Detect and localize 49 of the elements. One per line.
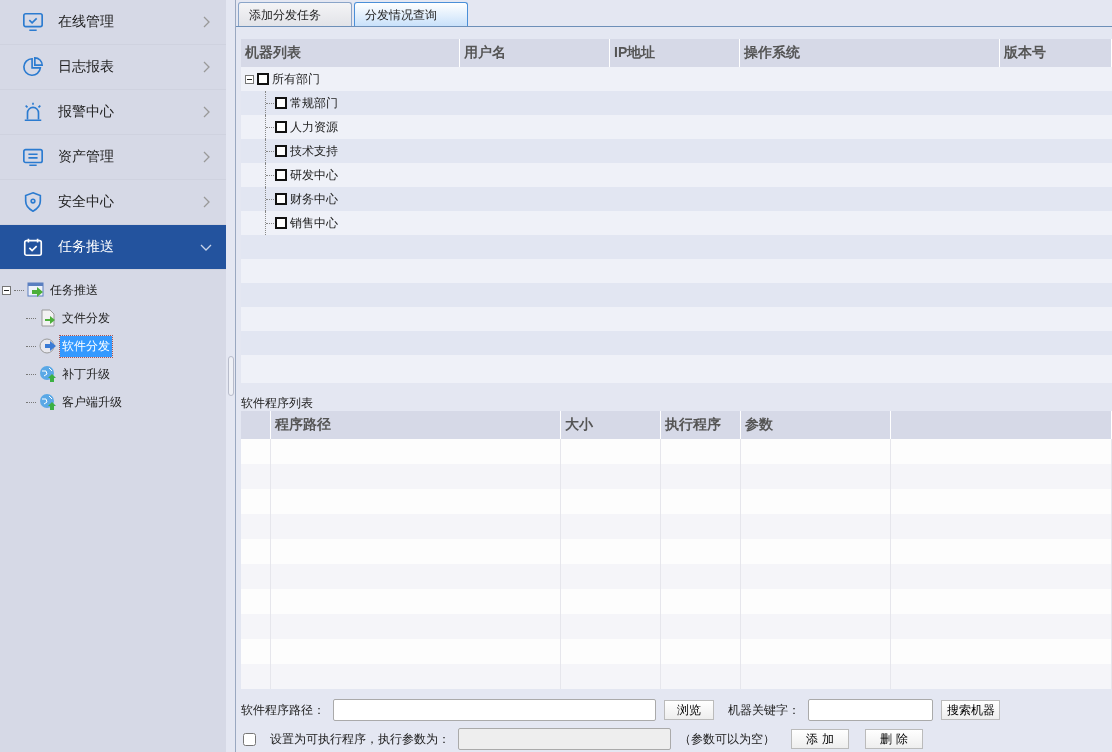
executable-checkbox[interactable] [243,732,256,746]
alarm-light-icon [22,101,44,123]
menu-label: 任务推送 [58,238,115,256]
tree-node-label: 技术支持 [290,142,338,160]
path-input[interactable] [333,699,656,721]
calendar-check-icon [22,236,44,258]
delete-button[interactable]: 删 除 [865,729,923,749]
hint-text: （参数可以为空） [679,730,775,748]
executable-label: 设置为可执行程序，执行参数为： [270,730,450,748]
path-label: 软件程序路径： [241,701,325,719]
checkbox[interactable] [275,169,287,181]
browse-button[interactable]: 浏览 [664,700,714,720]
tab[interactable]: 添加分发任务 [238,2,352,26]
splitter-handle[interactable] [227,356,234,396]
keyword-label: 机器关键字： [728,701,800,719]
tree-node[interactable]: 文件分发 [60,307,112,329]
checkbox[interactable] [275,97,287,109]
checkbox[interactable] [275,217,287,229]
checkbox[interactable] [275,145,287,157]
search-button[interactable]: 搜索机器 [941,700,1000,720]
screen-icon [22,146,44,168]
monitor-icon [22,11,44,33]
tree-node[interactable]: 任务推送 [48,279,100,301]
collapse-icon[interactable] [245,74,254,84]
pie-chart-icon [22,56,44,78]
section-title: 软件程序列表 [241,395,314,411]
tree-node-label: 财务中心 [290,190,338,208]
menu-label: 日志报表 [58,58,115,76]
tab[interactable]: 分发情况查询 [354,2,468,26]
document-arrow-icon [39,309,57,327]
tree-node[interactable]: 客户端升级 [60,391,124,413]
menu-label: 安全中心 [58,193,115,211]
menu-label: 在线管理 [58,13,115,31]
checkbox[interactable] [257,73,269,85]
checkbox[interactable] [275,121,287,133]
tree-node-label: 常规部门 [290,94,338,112]
menu-label: 报警中心 [58,103,115,121]
tree-node-label: 人力资源 [290,118,338,136]
tree-node-label: 研发中心 [290,166,338,184]
collapse-icon[interactable] [2,285,11,295]
tree-node[interactable]: 补丁升级 [60,363,112,385]
tree-node-label: 所有部门 [272,70,320,88]
keyword-input[interactable] [808,699,933,721]
shield-icon [22,191,44,213]
menu-label: 资产管理 [58,148,115,166]
add-button[interactable]: 添 加 [791,729,849,749]
tree-node-label: 销售中心 [290,214,338,232]
checkbox[interactable] [275,193,287,205]
sidebar-menu-item[interactable]: 任务推送 [0,225,226,270]
